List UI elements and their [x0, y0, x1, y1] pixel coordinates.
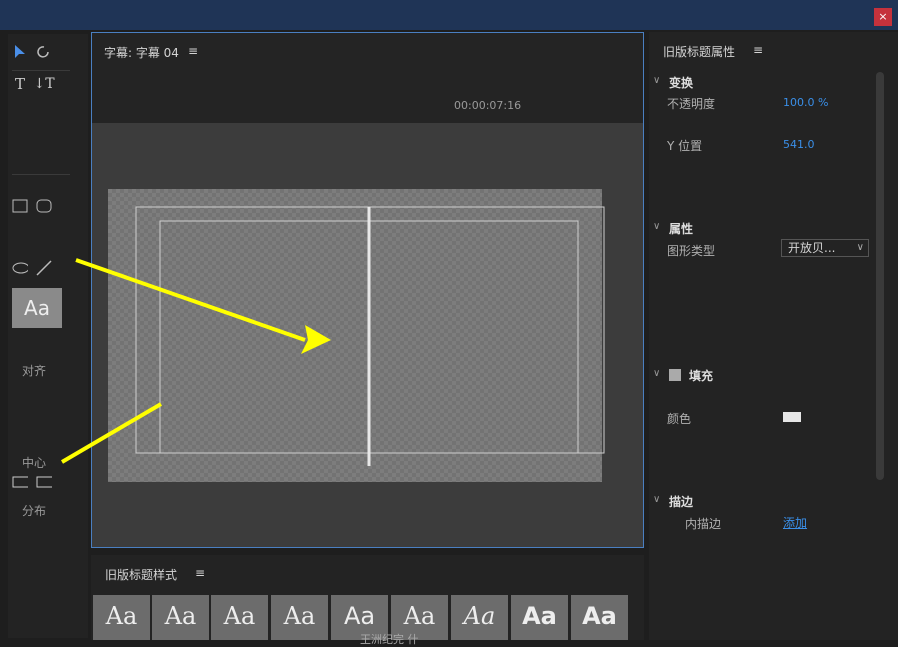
transform-section[interactable]: ∨ 变换: [649, 72, 879, 92]
timecode: 00:00:07:16: [454, 99, 522, 112]
stroke-section[interactable]: ∨ 描边: [649, 491, 879, 511]
selection-tool-icon[interactable]: [12, 44, 28, 60]
partial-bottom-text: 王洲纪完 什: [360, 633, 419, 646]
editor-menu-icon[interactable]: ≡: [188, 44, 198, 58]
title-editor-panel: 字幕: 字幕 04 ≡ 00:00:07:16: [91, 32, 644, 548]
center-vertical-icon[interactable]: [36, 474, 52, 490]
styles-title: 旧版标题样式: [105, 568, 178, 582]
style-tile[interactable]: Aa: [511, 595, 568, 640]
attributes-section[interactable]: ∨ 属性: [649, 218, 879, 238]
add-inner-stroke-link[interactable]: 添加: [783, 514, 807, 531]
rounded-rectangle-tool-icon[interactable]: [36, 198, 52, 214]
style-tile[interactable]: Aa: [93, 595, 150, 640]
graphic-type-dropdown[interactable]: 开放贝... ∨: [781, 239, 869, 257]
center-label: 中心: [22, 456, 47, 470]
style-swatch[interactable]: Aa: [12, 288, 62, 328]
y-position-value[interactable]: 541.0: [783, 138, 815, 151]
type-tool-icon[interactable]: T: [12, 75, 28, 93]
y-position-row: Y 位置 541.0: [667, 138, 815, 153]
rotate-tool-icon[interactable]: [36, 44, 52, 60]
styles-menu-icon[interactable]: ≡: [195, 566, 205, 580]
chevron-down-icon: ∨: [653, 75, 661, 86]
graphic-type-row: 图形类型 开放贝... ∨: [649, 239, 879, 260]
chevron-down-icon: ∨: [653, 368, 661, 379]
fill-color-swatch[interactable]: [783, 412, 801, 422]
properties-title: 旧版标题属性: [663, 45, 736, 59]
line-tool-icon[interactable]: [36, 260, 52, 276]
center-horizontal-icon[interactable]: [12, 474, 28, 490]
chevron-down-icon: ∨: [653, 221, 661, 232]
close-button[interactable]: ×: [874, 8, 892, 26]
canvas-area: [92, 123, 643, 547]
style-tile[interactable]: Aa: [451, 595, 508, 640]
style-tile[interactable]: Aa: [211, 595, 268, 640]
inner-stroke-row: 内描边 添加: [685, 514, 808, 531]
fill-checkbox[interactable]: [669, 369, 681, 381]
opacity-value[interactable]: 100.0 %: [783, 96, 828, 109]
properties-menu-icon[interactable]: ≡: [753, 43, 763, 57]
distribute-label: 分布: [22, 504, 47, 518]
style-tile[interactable]: Aa: [271, 595, 328, 640]
align-label: 对齐: [22, 364, 47, 378]
fill-color-row: 颜色: [649, 407, 879, 428]
vertical-type-tool-icon[interactable]: ↓T: [33, 76, 54, 92]
chevron-down-icon: ∨: [653, 494, 661, 505]
rectangle-tool-icon[interactable]: [12, 198, 28, 214]
window-titlebar: ×: [0, 0, 898, 30]
style-tile[interactable]: Aa: [152, 595, 209, 640]
style-tile[interactable]: Aa: [571, 595, 628, 640]
tools-panel: T ↓T Aa 对齐 中心 分布: [8, 34, 88, 638]
fill-section[interactable]: ∨ 填充: [649, 365, 879, 385]
editor-title: 字幕: 字幕 04: [104, 46, 179, 60]
legacy-title-properties-panel: 旧版标题属性 ≡ ∨ 变换 不透明度 100.0 % Y 位置 541.0 ∨ …: [649, 32, 898, 640]
legacy-title-styles-panel: 旧版标题样式 ≡ Aa Aa Aa Aa Aa Aa Aa Aa Aa: [91, 555, 644, 640]
ellipse-tool-icon[interactable]: [12, 260, 28, 276]
opacity-row: 不透明度 100.0 %: [667, 96, 829, 111]
